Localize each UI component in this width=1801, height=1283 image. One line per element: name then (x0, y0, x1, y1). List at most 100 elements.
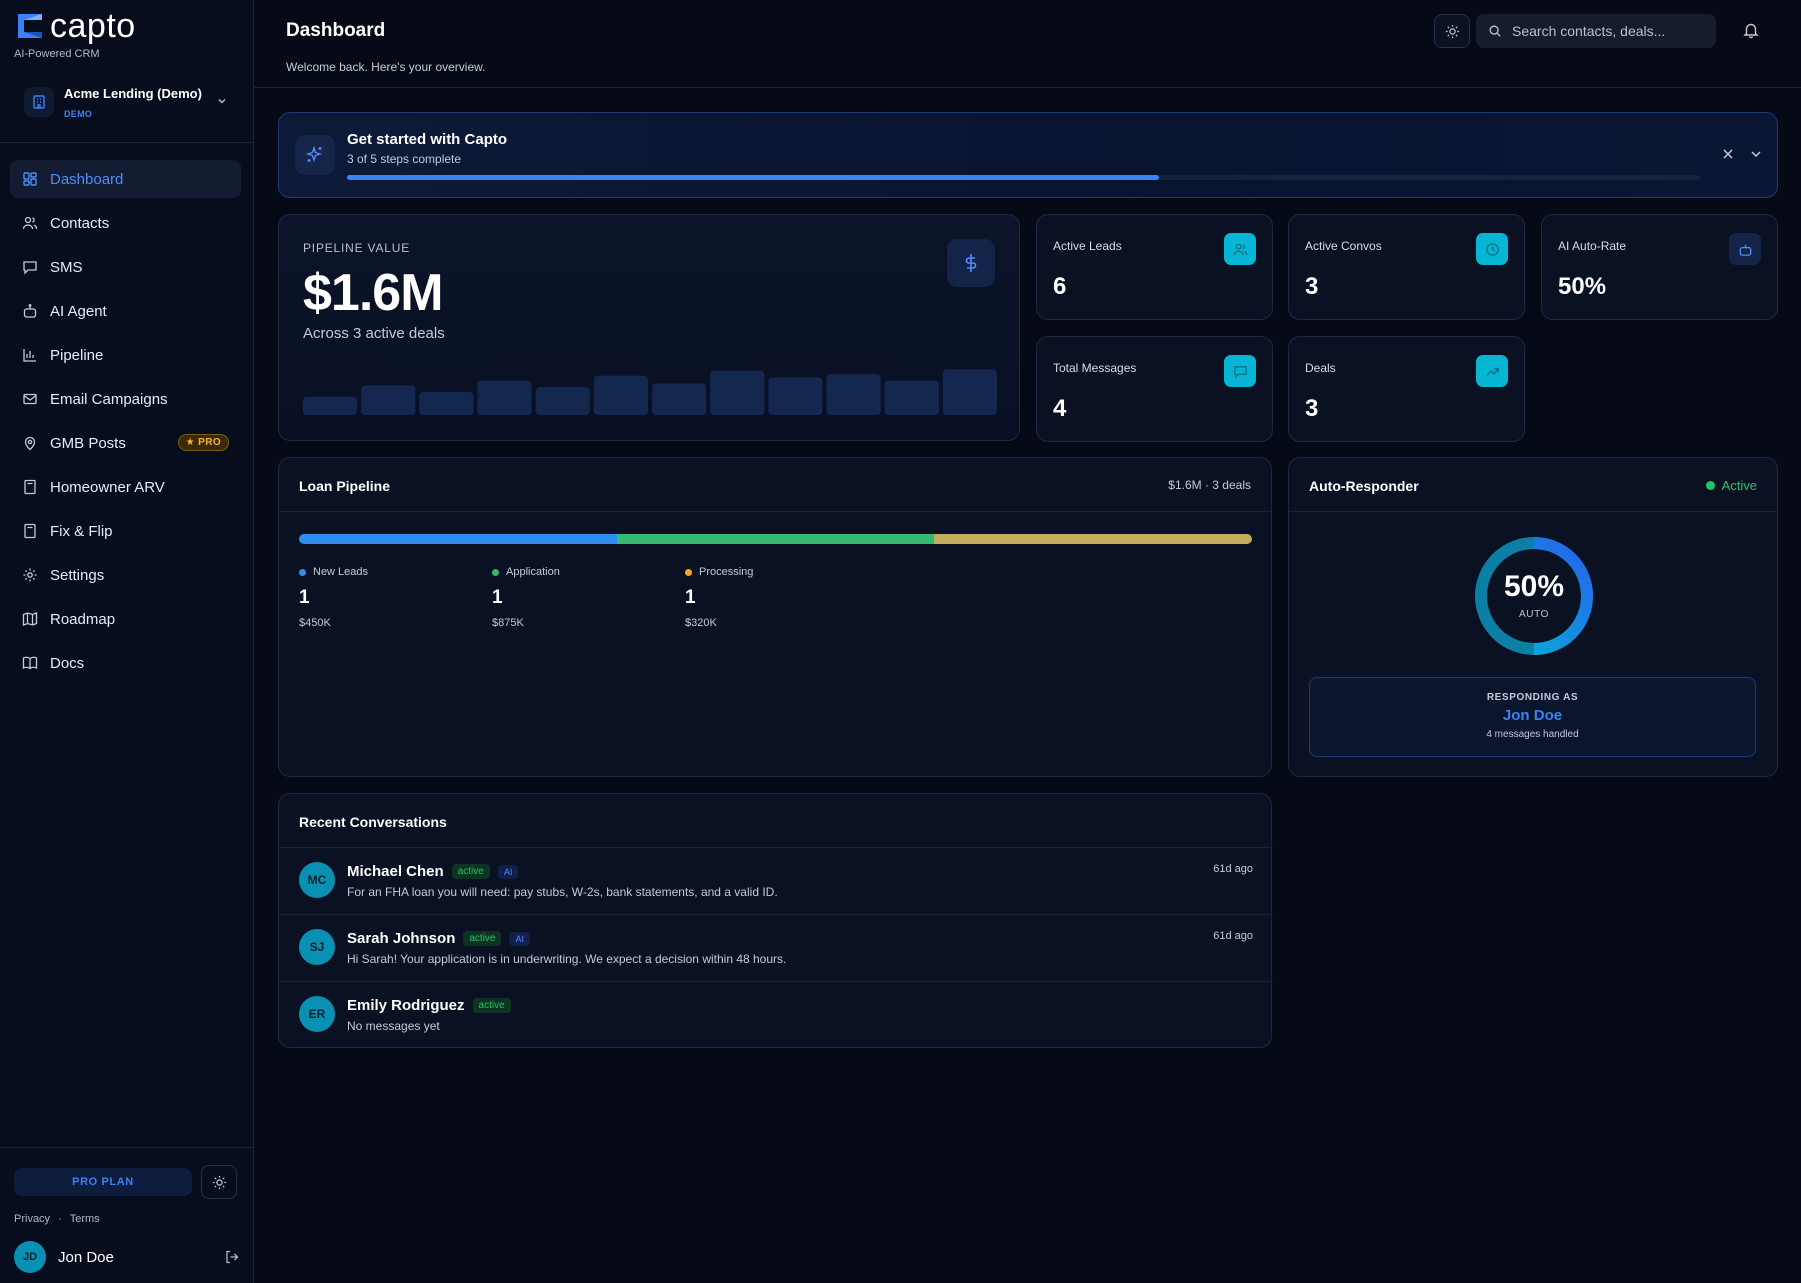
sidebar-item-pipeline[interactable]: Pipeline (10, 336, 241, 374)
stage-application[interactable]: Application 1 $875K (492, 566, 560, 629)
contact-name: Emily Rodriguez (347, 997, 465, 1014)
sidebar-item-homeowner-arv[interactable]: Homeowner ARV (10, 468, 241, 506)
loan-pipeline-bar (299, 534, 1252, 544)
onboarding-progress-fill (347, 175, 1159, 180)
theme-toggle-button[interactable] (1434, 14, 1470, 48)
search-input[interactable] (1512, 23, 1712, 39)
bar-chart-icon (23, 349, 36, 362)
pipeline-value: $1.6M (303, 264, 444, 322)
pro-plan-button[interactable]: PRO PLAN (14, 1168, 192, 1196)
conversation-header: Michael Chen active AI (347, 863, 519, 880)
bot-icon (1729, 233, 1761, 265)
status-text: Active (1721, 478, 1757, 493)
org-name: Acme Lending (Demo) (64, 85, 202, 101)
ai-badge: AI (509, 931, 530, 946)
conversation-row[interactable]: ER Emily Rodriguez active No messages ye… (279, 981, 1273, 1048)
conversation-row[interactable]: SJ Sarah Johnson active AI Hi Sarah! You… (279, 914, 1273, 981)
stage-segment-processing (934, 534, 1252, 544)
stage-count: 1 (685, 587, 696, 608)
sidebar-item-sms[interactable]: SMS (10, 248, 241, 286)
stat-card-total-messages: Total Messages 4 (1036, 336, 1273, 442)
sidebar-item-roadmap[interactable]: Roadmap (10, 600, 241, 638)
pipeline-value-card: PIPELINE VALUE $1.6M Across 3 active dea… (278, 214, 1020, 441)
pipeline-sparkline (303, 369, 997, 415)
sun-icon (1445, 24, 1459, 38)
avatar: ER (299, 996, 335, 1032)
stage-new-leads[interactable]: New Leads 1 $450K (299, 566, 368, 629)
responding-as-panel: RESPONDING AS Jon Doe 4 messages handled (1309, 677, 1756, 757)
sidebar-item-docs[interactable]: Docs (10, 644, 241, 682)
user-profile[interactable]: JD Jon Doe (14, 1241, 240, 1273)
sidebar-item-label: GMB Posts (50, 434, 126, 452)
sidebar-item-label: AI Agent (50, 302, 107, 320)
page-header: Dashboard Welcome back. Here's your over… (254, 0, 1801, 88)
stage-dot (299, 568, 306, 576)
trending-up-icon (1476, 355, 1508, 387)
search-box[interactable] (1476, 14, 1716, 48)
stat-value: 50% (1558, 273, 1607, 300)
sparkline-bar (768, 377, 823, 415)
sidebar-item-ai-agent[interactable]: AI Agent (10, 292, 241, 330)
ai-badge: AI (497, 864, 519, 879)
sun-icon (212, 1175, 226, 1189)
avatar: SJ (299, 929, 335, 965)
status-badge: Active (1705, 478, 1757, 493)
map-icon (22, 612, 38, 626)
stage-name: Processing (699, 566, 754, 578)
sparkline-bar (535, 387, 590, 415)
pipeline-value-subtitle: Across 3 active deals (303, 325, 445, 342)
stage-processing[interactable]: Processing 1 $320K (685, 566, 753, 629)
sidebar-item-fix-flip[interactable]: Fix & Flip (10, 512, 241, 550)
sidebar-item-contacts[interactable]: Contacts (10, 204, 241, 242)
users-icon (1224, 233, 1256, 265)
sidebar-item-gmb-posts[interactable]: GMB Posts ★ PRO (10, 424, 241, 462)
onboarding-title: Get started with Capto (347, 131, 508, 148)
stage-segment-new-leads (299, 534, 617, 544)
calculator-icon (24, 523, 36, 539)
stage-label: New Leads (299, 566, 368, 578)
sidebar-item-label: Contacts (50, 214, 110, 232)
org-switcher[interactable]: Acme Lending (Demo) DEMO (24, 78, 230, 126)
conversation-row[interactable]: MC Michael Chen active AI For an FHA loa… (279, 847, 1273, 914)
page-subtitle: Welcome back. Here's your overview. (286, 60, 486, 74)
sidebar-item-dashboard[interactable]: Dashboard (10, 160, 241, 198)
stage-amount: $450K (299, 617, 331, 629)
close-icon[interactable] (1721, 147, 1735, 161)
sidebar-nav: Dashboard Contacts SMS AI Agent Pipeline… (10, 160, 241, 688)
bell-icon[interactable] (1742, 21, 1760, 39)
status-badge: active (472, 998, 511, 1013)
sparkline-bar (942, 369, 997, 415)
onboarding-progress-bar (347, 175, 1700, 180)
clock-icon (1476, 233, 1508, 265)
auto-rate-value: 50% (1503, 570, 1565, 603)
capto-logo-icon (18, 14, 42, 38)
message-icon (23, 261, 37, 275)
last-message: No messages yet (347, 1019, 440, 1033)
sidebar-item-label: Docs (50, 654, 85, 672)
logout-icon[interactable] (224, 1249, 240, 1265)
auto-responder-card: Auto-Responder Active 50% AUTO RESPONDIN… (1288, 457, 1778, 777)
sparkline-bar (593, 375, 648, 415)
message-square-icon (1224, 355, 1256, 387)
sidebar-item-settings[interactable]: Settings (10, 556, 241, 594)
timestamp: 61d ago (1213, 863, 1253, 875)
sparkline-bar (710, 370, 765, 415)
sidebar-item-email-campaigns[interactable]: Email Campaigns (10, 380, 241, 418)
stat-card-active-leads: Active Leads 6 (1036, 214, 1273, 320)
theme-toggle-button[interactable] (201, 1165, 237, 1199)
stat-value: 6 (1053, 273, 1067, 300)
sidebar-item-label: Roadmap (50, 610, 116, 628)
sidebar-item-label: Fix & Flip (50, 522, 113, 540)
privacy-link[interactable]: Privacy (14, 1213, 50, 1225)
sidebar-divider (0, 142, 253, 143)
chevron-down-icon[interactable] (1749, 147, 1763, 161)
responding-label: RESPONDING AS (1486, 692, 1579, 703)
legal-links: Privacy · Terms (14, 1213, 100, 1225)
logo[interactable]: capto (14, 9, 136, 43)
onboarding-progress-text: 3 of 5 steps complete (347, 152, 462, 166)
stat-value: 3 (1305, 395, 1319, 422)
terms-link[interactable]: Terms (70, 1213, 100, 1225)
stat-card-active-convos: Active Convos 3 (1288, 214, 1525, 320)
stat-label: Active Leads (1053, 239, 1122, 253)
stat-label: Deals (1305, 361, 1336, 375)
